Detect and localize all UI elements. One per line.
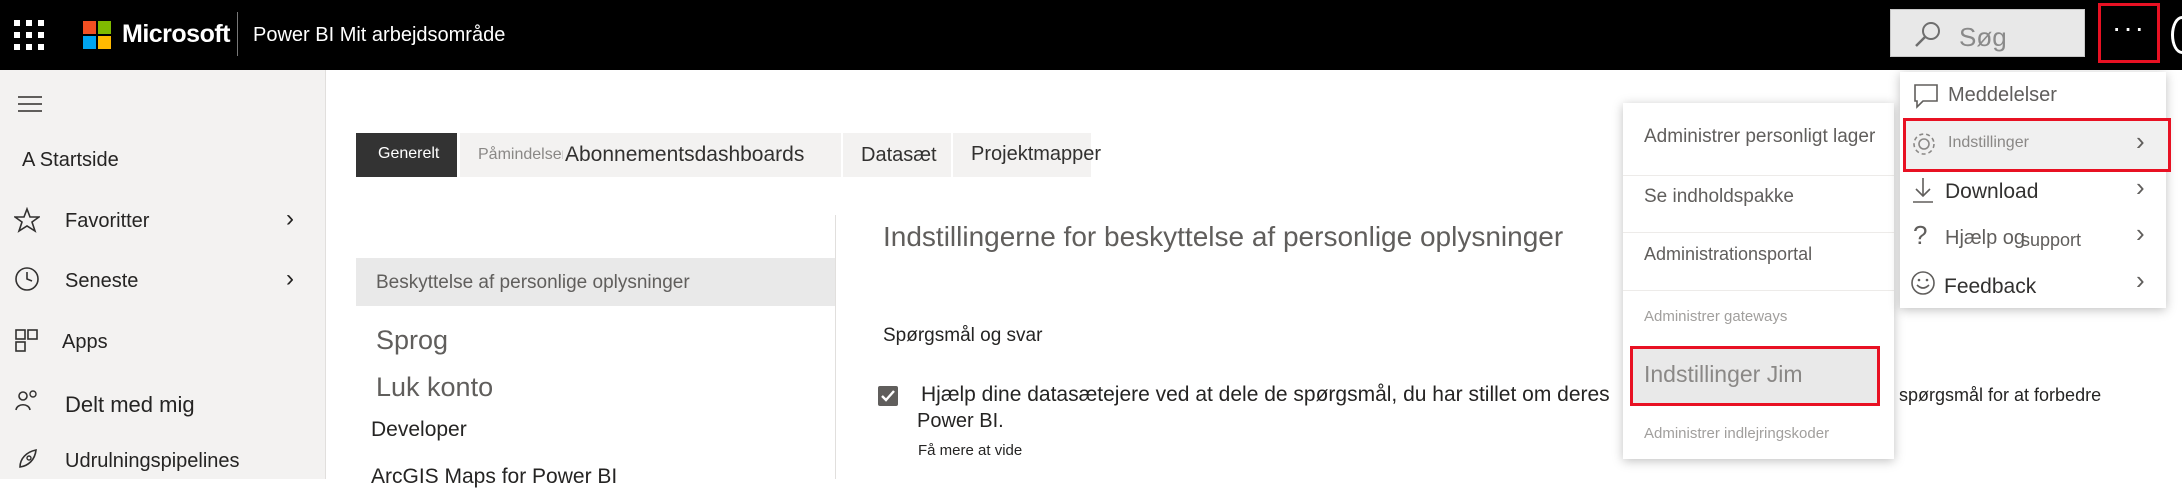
top-bar: Microsoft Power BI Mit arbejdsområde Søg… <box>0 0 2182 70</box>
nav-item-deployment-pipelines[interactable]: Udrulningspipelines <box>65 450 240 473</box>
chevron-right-icon: › <box>2136 265 2145 295</box>
submenu-manage-embed-codes[interactable]: Administrer indlejringskoder <box>1644 425 1829 442</box>
checkbox-label-tail: spørgsmål for at forbedre <box>1899 385 2102 405</box>
chevron-right-icon[interactable]: › <box>286 265 294 293</box>
nav-item-recent[interactable]: Seneste <box>65 270 138 293</box>
nav-home[interactable]: A Startside <box>22 149 119 172</box>
submenu-divider <box>1623 175 1894 176</box>
chevron-right-icon: › <box>2136 126 2145 156</box>
learn-more-link[interactable]: Få mere at vide <box>918 442 1022 459</box>
checkbox-label: Hjælp dine datasætejere ved at dele de s… <box>921 383 1610 406</box>
content-divider <box>835 215 836 479</box>
nav-item-favorites[interactable]: Favoritter <box>65 210 149 233</box>
settings-nav-close-account[interactable]: Luk konto <box>376 372 493 403</box>
settings-nav-arcgis[interactable]: ArcGIS Maps for Power BI <box>371 465 617 489</box>
submenu-settings[interactable]: Indstillinger Jim <box>1644 361 1803 388</box>
menu-settings[interactable]: Indstillinger <box>1948 134 2029 152</box>
tab-workbooks[interactable]: Projektmapper <box>953 133 1101 177</box>
question-icon: ? <box>1913 220 1928 250</box>
gear-icon <box>1913 133 1935 155</box>
checkmark-icon <box>881 390 895 402</box>
hamburger-icon[interactable] <box>18 96 42 117</box>
settings-submenu: Administrer personligt lager Se indholds… <box>1623 103 1894 459</box>
shared-icon <box>14 388 40 419</box>
microsoft-logo-icon <box>83 21 111 49</box>
chevron-right-icon: › <box>2136 172 2145 202</box>
tab-subscription-dashboards[interactable]: Abonnementsdashboards <box>563 133 841 177</box>
menu-settings-highlight[interactable] <box>1903 118 2171 172</box>
account-avatar[interactable] <box>2171 16 2182 54</box>
workspace-title[interactable]: Power BI Mit arbejdsområde <box>253 24 505 47</box>
tab-general[interactable]: Generelt <box>356 133 457 177</box>
brand-name[interactable]: Microsoft <box>122 20 231 49</box>
apps-icon <box>14 327 40 358</box>
settings-nav-privacy[interactable]: Beskyttelse af personlige oplysninger <box>376 272 690 294</box>
submenu-manage-storage[interactable]: Administrer personligt lager <box>1644 126 1875 148</box>
header-divider <box>237 12 238 56</box>
menu-notifications[interactable]: Meddelelser <box>1948 84 2057 107</box>
rocket-icon <box>14 447 40 478</box>
tab-datasets[interactable]: Datasæt <box>843 133 951 177</box>
settings-nav-language[interactable]: Sprog <box>376 325 448 356</box>
submenu-admin-portal[interactable]: Administrationsportal <box>1644 244 1812 265</box>
download-icon <box>1913 178 1933 203</box>
search-input[interactable]: Søg <box>1890 9 2085 57</box>
star-icon <box>12 206 42 238</box>
app-launcher-icon[interactable] <box>14 20 44 50</box>
more-options-button[interactable]: ··· <box>2098 3 2160 63</box>
settings-nav-developer[interactable]: Developer <box>371 418 467 442</box>
menu-help-b[interactable]: support <box>2021 230 2081 251</box>
menu-feedback[interactable]: Feedback <box>1944 275 2036 299</box>
chat-icon <box>1914 84 1938 109</box>
chevron-right-icon[interactable]: › <box>286 205 294 233</box>
section-title: Spørgsmål og svar <box>883 325 1043 346</box>
menu-help-a[interactable]: Hjælp og <box>1945 227 2025 250</box>
nav-item-apps[interactable]: Apps <box>62 331 108 354</box>
submenu-divider <box>1623 232 1894 233</box>
qa-share-checkbox[interactable] <box>878 386 898 406</box>
more-options-menu: Meddelelser Indstillinger › Download › ?… <box>1900 72 2171 308</box>
tab-reminders[interactable]: Påmindelser <box>460 133 564 177</box>
submenu-divider <box>1623 290 1894 291</box>
submenu-manage-gateways[interactable]: Administrer gateways <box>1644 308 1787 325</box>
checkbox-label-line2: Power BI. <box>917 410 1004 432</box>
chevron-right-icon: › <box>2136 218 2145 248</box>
search-icon <box>1915 22 1940 47</box>
smiley-icon <box>1911 271 1935 295</box>
submenu-view-content-pack[interactable]: Se indholdspakke <box>1644 186 1794 208</box>
nav-item-shared-with-me[interactable]: Delt med mig <box>65 392 195 418</box>
clock-icon <box>14 266 40 297</box>
search-placeholder: Søg <box>1959 22 2007 52</box>
page-title: Indstillingerne for beskyttelse af perso… <box>883 221 1564 252</box>
menu-download[interactable]: Download <box>1945 180 2038 204</box>
